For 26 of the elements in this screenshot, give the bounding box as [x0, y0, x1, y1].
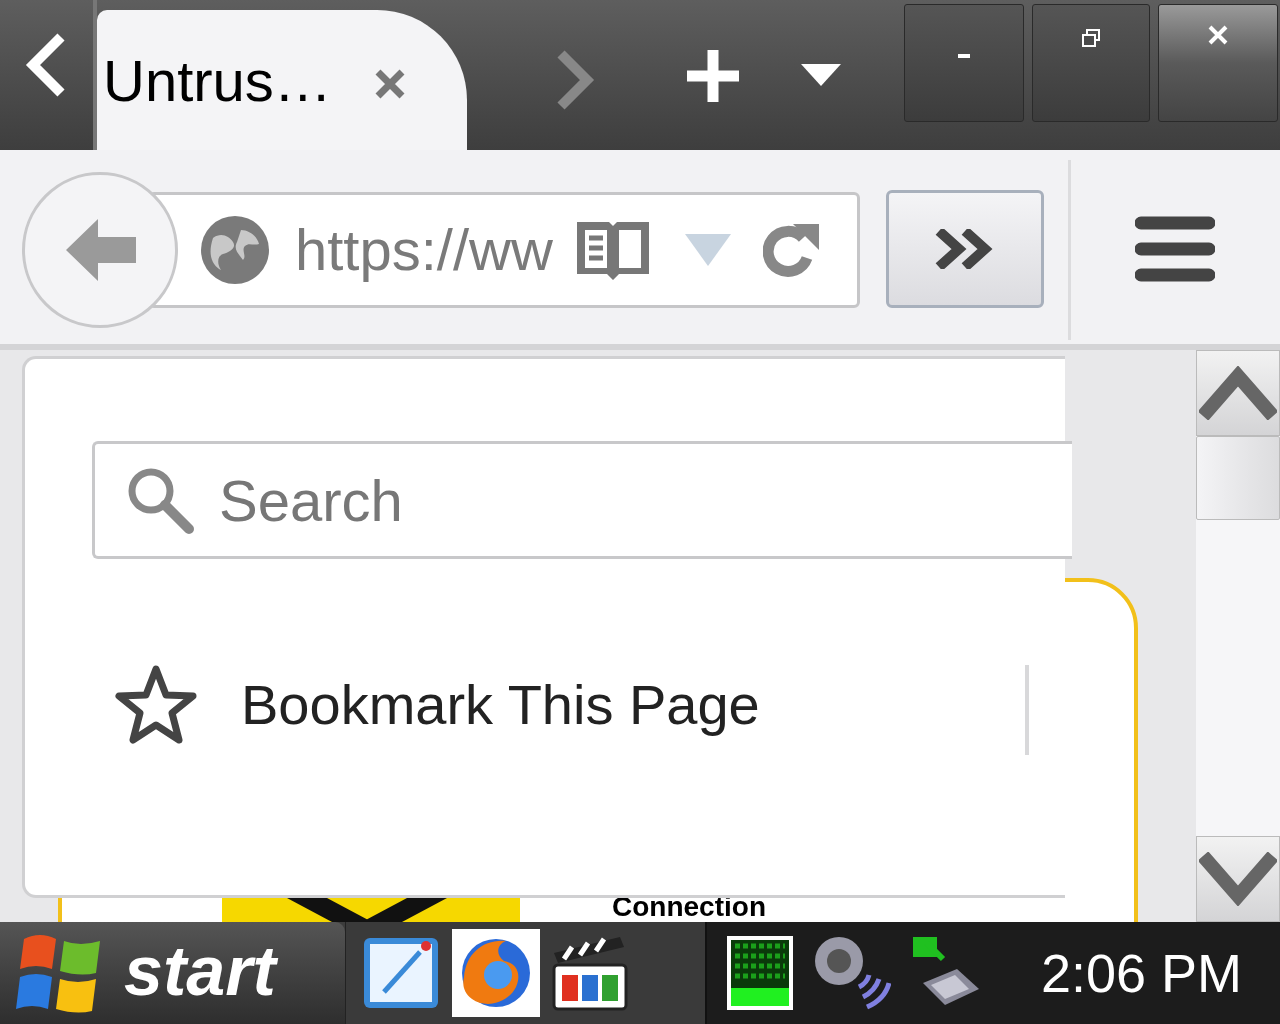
tab[interactable]: Untrus… [97, 10, 467, 150]
minimize-icon [958, 54, 970, 58]
page-heading: Connection [612, 893, 766, 921]
overflow-button[interactable] [886, 190, 1044, 308]
chevron-down-icon [1199, 852, 1277, 906]
menu-icon[interactable] [1135, 216, 1215, 282]
scroll-down-button[interactable] [1196, 836, 1280, 922]
scroll-thumb[interactable] [1196, 436, 1280, 520]
search-field[interactable]: Search [92, 441, 1072, 559]
start-button[interactable]: start [0, 922, 345, 1024]
meter-icon[interactable] [727, 936, 793, 1010]
search-input[interactable]: Search [219, 456, 919, 544]
close-window-button[interactable] [1158, 4, 1278, 122]
dropdown-arrow-icon[interactable] [799, 62, 843, 88]
start-label: start [124, 936, 276, 1006]
chevron-right-icon[interactable] [555, 50, 595, 110]
clock: 2:06 PM [1041, 946, 1243, 1000]
tab-title: Untrus… [103, 52, 332, 110]
double-chevron-icon [935, 229, 995, 269]
plus-icon[interactable] [685, 48, 741, 104]
restore-icon [1081, 28, 1101, 48]
star-icon [115, 665, 197, 745]
chevron-up-icon [1199, 366, 1277, 420]
scroll-up-button[interactable] [1196, 350, 1280, 436]
close-icon [1207, 24, 1229, 46]
browser-icon[interactable] [452, 929, 540, 1017]
